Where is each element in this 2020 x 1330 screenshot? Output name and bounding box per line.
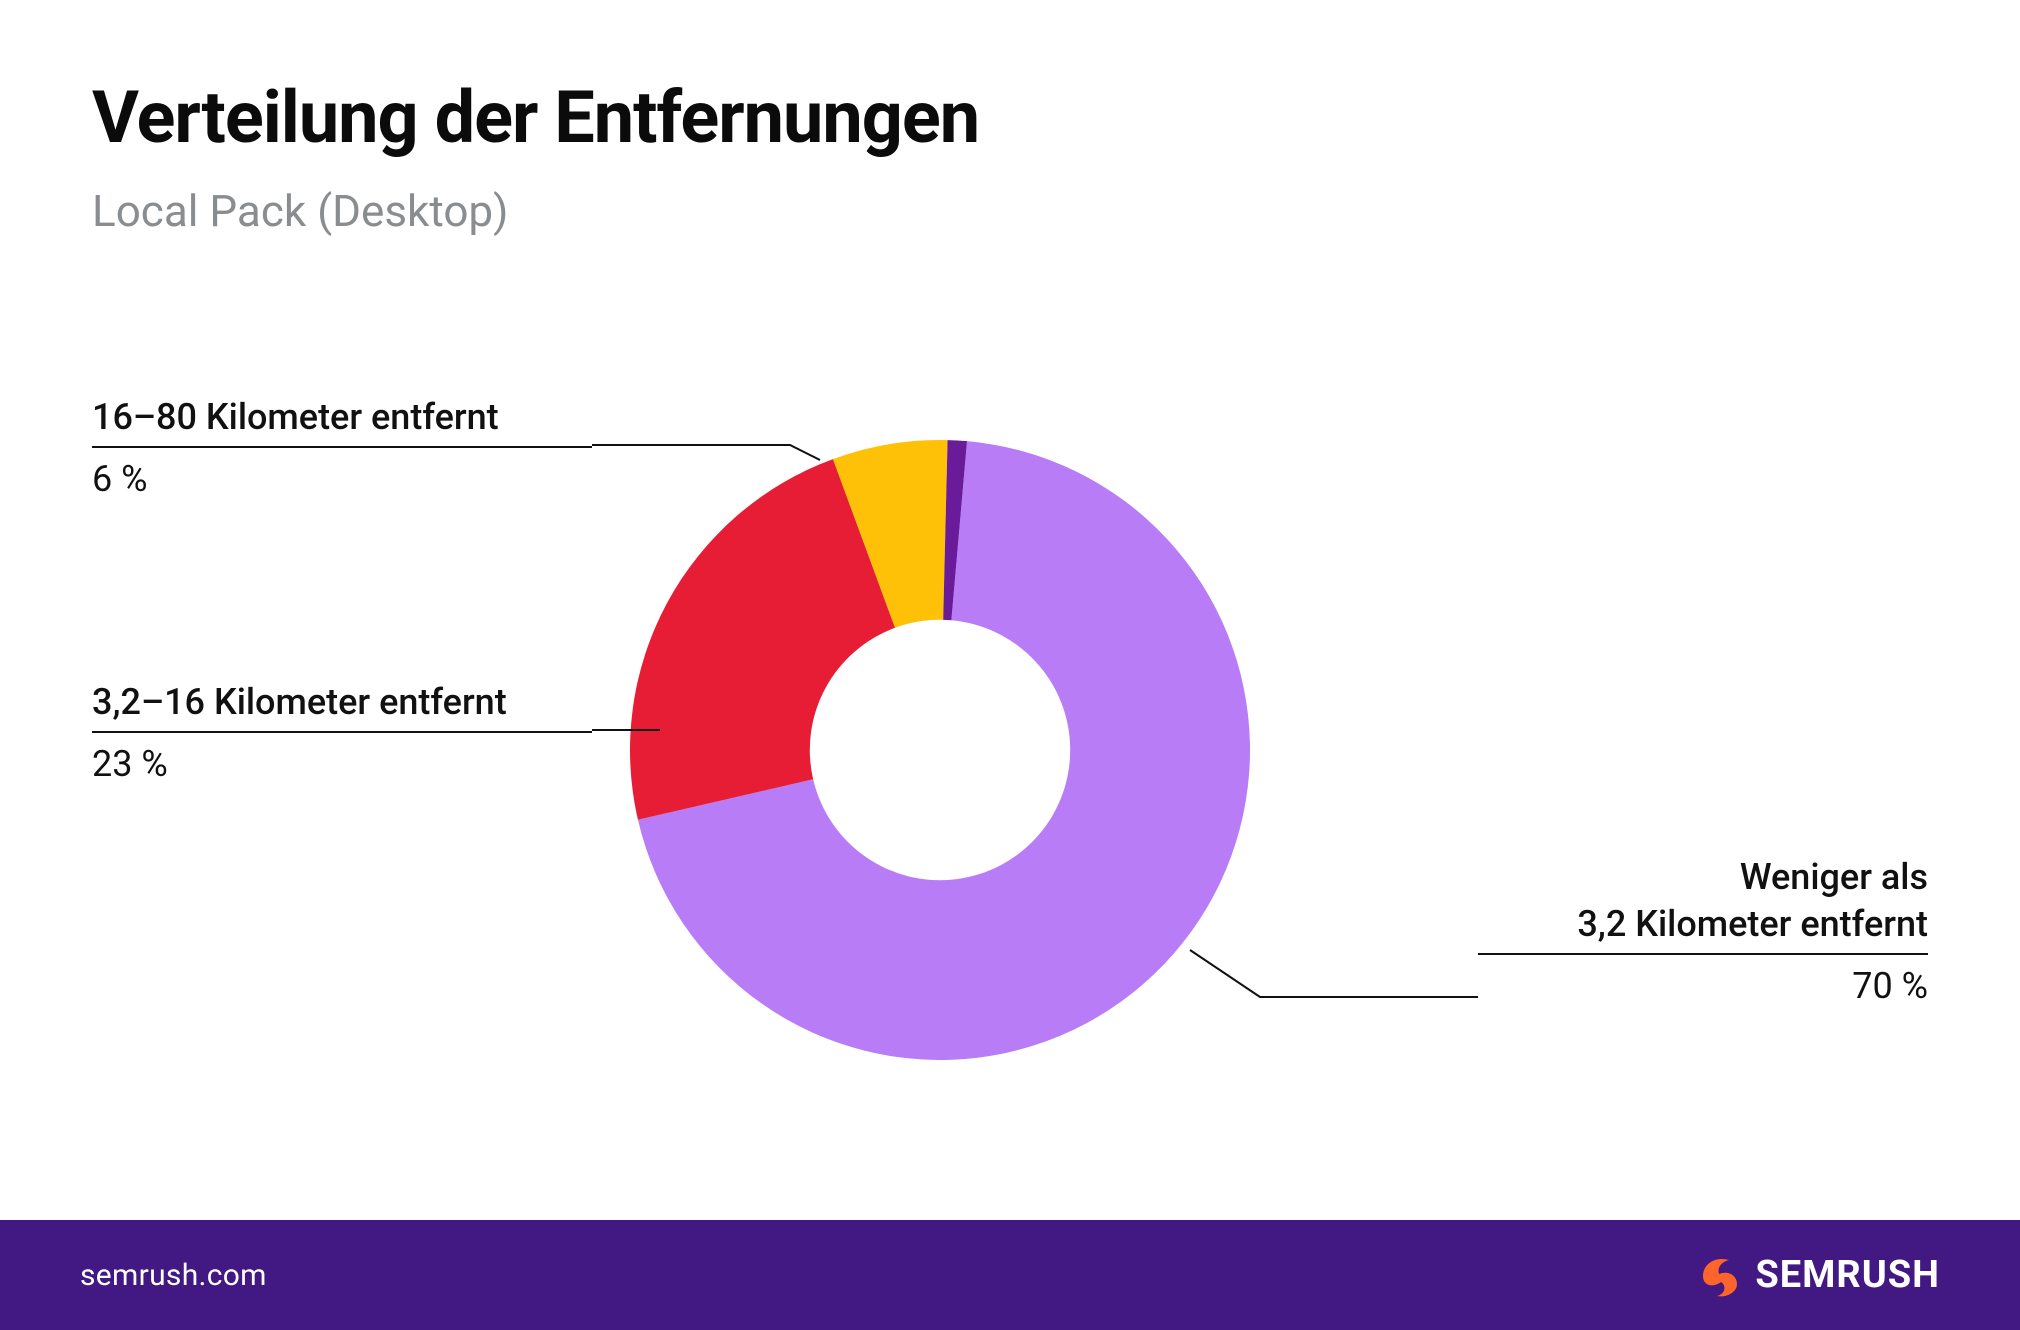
slice-label-lt-3: Weniger als 3,2 Kilometer entfernt 70 % [1478,855,1928,1007]
donut-chart [0,0,2020,1330]
slice-label-16-80: 16–80 Kilometer entfernt 6 % [92,395,592,500]
leader-line [1190,950,1478,997]
slice-label-value: 23 % [92,737,592,785]
brand-name: SEMRUSH [1755,1253,1940,1297]
slice-label-name-line2: 3,2 Kilometer entfernt [1478,902,1928,949]
chart-page: Verteilung der Entfernungen Local Pack (… [0,0,2020,1330]
footer-bar: semrush.com SEMRUSH [0,1220,2020,1330]
semrush-flame-icon [1695,1252,1741,1298]
brand-block: SEMRUSH [1695,1252,1940,1298]
slice-label-3-16: 3,2–16 Kilometer entfernt 23 % [92,680,592,785]
slice-label-value: 70 % [1478,959,1928,1007]
slice-label-name: 3,2–16 Kilometer entfernt [92,680,592,727]
label-divider [1478,953,1928,955]
donut-svg [0,0,2020,1330]
footer-url: semrush.com [80,1258,267,1293]
slice-label-value: 6 % [92,452,592,500]
slice-label-name-line1: Weniger als [1478,855,1928,902]
label-divider [92,446,592,448]
label-divider [92,731,592,733]
slice-label-name: 16–80 Kilometer entfernt [92,395,592,442]
leader-line [592,445,820,460]
